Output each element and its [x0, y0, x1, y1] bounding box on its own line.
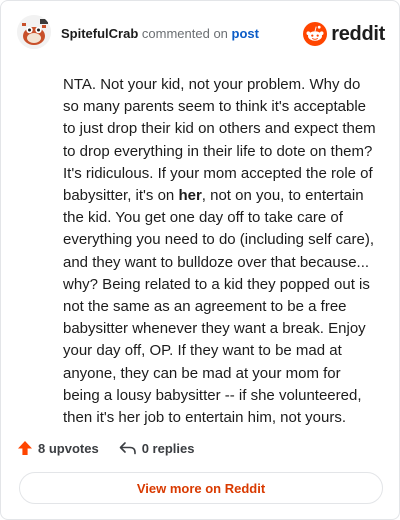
reply-button[interactable]: 0 replies: [119, 440, 195, 456]
comment-actions: 8 upvotes 0 replies: [17, 438, 194, 458]
reddit-wordmark: reddit: [331, 22, 385, 45]
comment-body: NTA. Not your kid, not your problem. Why…: [63, 74, 379, 429]
reply-count: 0 replies: [141, 440, 195, 456]
avatar-icon: [17, 15, 51, 49]
upvote-count: 8 upvotes: [38, 440, 99, 456]
username[interactable]: SpitefulCrab: [61, 26, 138, 41]
view-more-button[interactable]: View more on Reddit: [19, 472, 383, 504]
comment-header: SpitefulCrab commented on post reddit: [17, 15, 385, 55]
reddit-logo[interactable]: reddit: [303, 21, 385, 47]
byline-verb: commented on: [141, 26, 228, 41]
reddit-snoo-icon: [303, 22, 328, 46]
byline: SpitefulCrab commented on post: [61, 26, 259, 42]
avatar[interactable]: [17, 15, 51, 49]
upvote-button[interactable]: 8 upvotes: [17, 440, 99, 456]
post-link[interactable]: post: [232, 26, 259, 41]
reply-arrow-icon: [119, 442, 136, 455]
comment-text-bold: her: [178, 187, 202, 205]
upvote-arrow-icon: [18, 441, 32, 455]
comment-embed-card: SpitefulCrab commented on post reddit NT…: [0, 0, 400, 520]
comment-text-part-2: , not on you, to entertain the kid. You …: [63, 187, 375, 427]
comment-text-part-1: NTA. Not your kid, not your problem. Why…: [63, 76, 376, 205]
